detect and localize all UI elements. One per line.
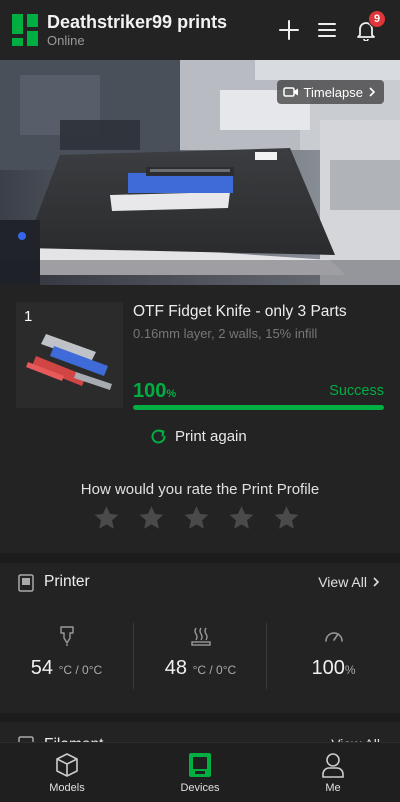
- print-again-label: Print again: [175, 428, 247, 445]
- progress-bar-fill: [133, 405, 384, 410]
- print-again-button[interactable]: Print again: [149, 427, 247, 446]
- speed-unit: %: [344, 663, 356, 677]
- nav-devices[interactable]: Devices: [155, 751, 245, 794]
- devices-icon: [189, 753, 211, 777]
- device-name: Deathstriker99 prints: [47, 12, 228, 32]
- timelapse-label: Timelapse: [303, 84, 363, 100]
- star-icon[interactable]: [272, 504, 301, 533]
- chevron-right-icon: [373, 577, 380, 587]
- nozzle-temp-unit: °C / 0°C: [58, 663, 103, 677]
- add-icon: [279, 20, 299, 40]
- video-camera-icon: [282, 87, 298, 97]
- speed-value: 100: [311, 657, 345, 679]
- job-thumbnail[interactable]: 1: [16, 302, 123, 408]
- nozzle-icon: [59, 626, 74, 646]
- printer-icon: [18, 574, 34, 592]
- job-name: OTF Fidget Knife - only 3 Parts: [133, 303, 347, 320]
- nav-me[interactable]: Me: [288, 751, 378, 794]
- models-icon: [56, 753, 78, 777]
- bed-temp-value: 48: [164, 657, 188, 679]
- progress-percent: 100%: [133, 380, 177, 402]
- star-icon[interactable]: [227, 504, 256, 533]
- speed-gauge-icon: [324, 632, 343, 642]
- device-title-block[interactable]: Deathstriker99 prints Online: [47, 11, 227, 49]
- camera-feed[interactable]: Timelapse: [0, 60, 400, 285]
- timelapse-button[interactable]: Timelapse: [276, 80, 384, 104]
- nav-models-label: Models: [49, 782, 85, 794]
- bambu-logo-icon: [12, 14, 38, 46]
- nav-devices-label: Devices: [180, 782, 220, 794]
- print-job-card: 1 OTF Fidget Knife - only 3 Parts 0.16mm…: [0, 285, 400, 553]
- chevron-right-icon: [369, 87, 376, 97]
- star-icon[interactable]: [137, 504, 166, 533]
- profile-icon: [322, 753, 344, 778]
- nozzle-temperature[interactable]: 54 °C / 0°C: [0, 625, 133, 687]
- refresh-icon: [151, 429, 166, 444]
- progress-bar: [133, 405, 384, 410]
- menu-icon: [318, 23, 336, 37]
- print-speed[interactable]: 100%: [267, 625, 400, 687]
- nav-me-label: Me: [325, 782, 341, 794]
- notification-badge: 9: [368, 10, 386, 28]
- notifications-button[interactable]: 9: [352, 10, 386, 44]
- rating-stars: [92, 504, 301, 533]
- job-settings: 0.16mm layer, 2 walls, 15% infill: [133, 326, 318, 341]
- add-button[interactable]: [275, 16, 303, 44]
- device-status: Online: [47, 33, 85, 48]
- nozzle-temp-value: 54: [30, 657, 54, 679]
- app-header: Deathstriker99 prints Online 9: [0, 0, 400, 60]
- plate-number: 1: [24, 308, 33, 325]
- printer-view-all-link[interactable]: View All: [318, 574, 380, 590]
- nav-models[interactable]: Models: [22, 751, 112, 794]
- star-icon[interactable]: [92, 504, 121, 533]
- star-icon[interactable]: [182, 504, 211, 533]
- bed-temp-unit: °C / 0°C: [192, 663, 237, 677]
- printer-card: Printer View All 54 °C / 0°C 48 °C / 0°C: [0, 563, 400, 713]
- rating-question: How would you rate the Print Profile: [80, 481, 320, 498]
- menu-button[interactable]: [313, 16, 341, 44]
- printer-section-title: Printer: [44, 573, 90, 590]
- heatbed-icon: [190, 627, 211, 646]
- bed-temperature[interactable]: 48 °C / 0°C: [134, 625, 267, 687]
- job-status: Success: [329, 383, 384, 399]
- bottom-navigation: Models Devices Me: [0, 742, 400, 802]
